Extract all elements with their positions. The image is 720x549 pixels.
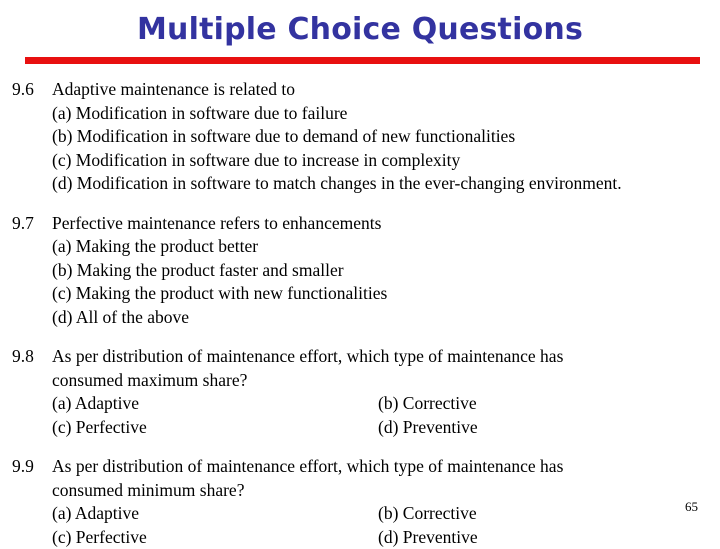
question-stem: Perfective maintenance refers to enhance…	[52, 212, 720, 236]
title-divider	[25, 57, 700, 64]
option-item[interactable]: (c) Perfective	[52, 416, 378, 440]
question-stem-wrap: consumed maximum share?	[0, 369, 720, 393]
question-stem-line: 9.8 As per distribution of maintenance e…	[0, 345, 720, 369]
option-item[interactable]: (d) All of the above	[0, 306, 720, 330]
option-item[interactable]: (b) Corrective	[378, 502, 477, 526]
option-row: (a) Adaptive (b) Corrective	[52, 502, 720, 526]
slide-root: Multiple Choice Questions 9.6 Adaptive m…	[0, 0, 720, 540]
questions-list: 9.6 Adaptive maintenance is related to (…	[0, 78, 720, 549]
option-row: (a) Adaptive (b) Corrective	[52, 392, 720, 416]
question-number: 9.8	[12, 345, 52, 369]
question-number: 9.6	[12, 78, 52, 102]
option-item[interactable]: (b) Corrective	[378, 392, 477, 416]
question-block: 9.8 As per distribution of maintenance e…	[0, 345, 720, 439]
question-stem-wrap: consumed minimum share?	[0, 479, 720, 503]
question-stem: As per distribution of maintenance effor…	[52, 455, 720, 479]
option-item[interactable]: (a) Making the product better	[0, 235, 720, 259]
question-stem: Adaptive maintenance is related to	[52, 78, 720, 102]
option-item[interactable]: (c) Modification in software due to incr…	[0, 149, 720, 173]
question-stem: As per distribution of maintenance effor…	[52, 345, 720, 369]
question-block: 9.7 Perfective maintenance refers to enh…	[0, 212, 720, 330]
option-row: (c) Perfective (d) Preventive	[52, 416, 720, 440]
option-item[interactable]: (d) Modification in software to match ch…	[0, 172, 720, 196]
question-stem-line: 9.7 Perfective maintenance refers to enh…	[0, 212, 720, 236]
question-block: 9.9 As per distribution of maintenance e…	[0, 455, 720, 549]
question-block: 9.6 Adaptive maintenance is related to (…	[0, 78, 720, 196]
option-grid: (a) Adaptive (b) Corrective (c) Perfecti…	[0, 502, 720, 549]
option-item[interactable]: (a) Modification in software due to fail…	[0, 102, 720, 126]
title-area: Multiple Choice Questions	[0, 12, 720, 48]
option-item[interactable]: (d) Preventive	[378, 416, 478, 440]
question-stem-line: 9.9 As per distribution of maintenance e…	[0, 455, 720, 479]
question-number: 9.7	[12, 212, 52, 236]
page-title: Multiple Choice Questions	[0, 12, 720, 48]
option-item[interactable]: (b) Making the product faster and smalle…	[0, 259, 720, 283]
option-grid: (a) Adaptive (b) Corrective (c) Perfecti…	[0, 392, 720, 439]
option-item[interactable]: (c) Perfective	[52, 526, 378, 549]
option-item[interactable]: (a) Adaptive	[52, 502, 378, 526]
option-item[interactable]: (d) Preventive	[378, 526, 478, 549]
option-row: (c) Perfective (d) Preventive	[52, 526, 720, 549]
option-item[interactable]: (a) Adaptive	[52, 392, 378, 416]
question-number: 9.9	[12, 455, 52, 479]
question-stem-line: 9.6 Adaptive maintenance is related to	[0, 78, 720, 102]
option-item[interactable]: (c) Making the product with new function…	[0, 282, 720, 306]
page-number: 65	[685, 499, 698, 514]
option-item[interactable]: (b) Modification in software due to dema…	[0, 125, 720, 149]
